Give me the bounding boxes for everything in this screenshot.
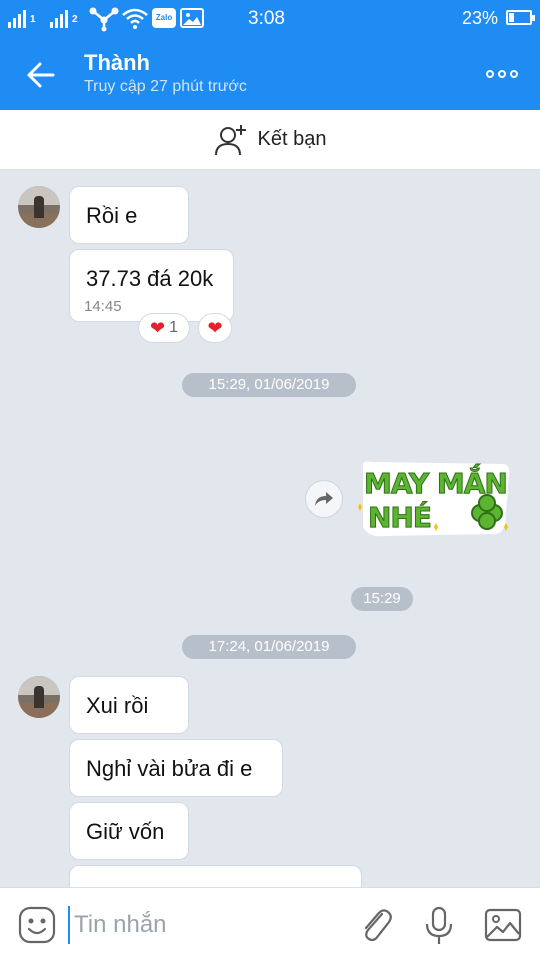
status-time: 3:08 (248, 8, 285, 29)
message-input[interactable] (68, 906, 338, 944)
message-bubble[interactable]: Xui rồi (69, 676, 189, 734)
contact-last-seen: Truy cập 27 phút trước (84, 78, 247, 95)
image-notification-icon (180, 8, 204, 28)
status-bar: 1 2 Zalo 3:08 23% (0, 0, 540, 38)
message-bubble[interactable] (69, 865, 362, 887)
battery-percent: 23% (462, 8, 499, 28)
avatar[interactable] (18, 186, 60, 228)
contact-name[interactable]: Thành (84, 50, 150, 76)
share-icon[interactable] (305, 480, 343, 518)
sim1-label: 1 (30, 14, 36, 25)
message-time: 14:45 (84, 298, 122, 315)
message-time: 15:29 (351, 587, 413, 611)
signal-icon (50, 8, 68, 28)
add-friend-button[interactable]: Kết bạn (0, 110, 540, 170)
sticker-text: MAY MẮN (364, 467, 509, 501)
message-composer (0, 887, 540, 960)
message-text: Giữ vốn (86, 819, 165, 844)
sim2-label: 2 (72, 14, 78, 25)
zalo-notification-icon: Zalo (152, 8, 176, 28)
chat-header: Thành Truy cập 27 phút trước (0, 38, 540, 110)
heart-icon: ❤ (150, 318, 166, 338)
more-horizontal-icon[interactable] (486, 62, 522, 86)
heart-icon: ❤ (207, 318, 223, 338)
reaction-summary[interactable]: ❤ 1 (138, 313, 190, 343)
message-text: Nghỉ vài bửa đi e (86, 756, 253, 781)
react-button[interactable]: ❤ (198, 313, 232, 343)
message-text: Rồi e (86, 203, 138, 228)
message-bubble[interactable]: Rồi e (69, 186, 189, 244)
sticker-text: NHÉ (368, 501, 433, 535)
mic-icon[interactable] (424, 906, 454, 946)
message-bubble[interactable]: 37.73 đá 20k 14:45 (69, 249, 234, 322)
message-bubble[interactable]: Giữ vốn (69, 802, 189, 860)
message-bubble[interactable]: Nghỉ vài bửa đi e (69, 739, 283, 797)
time-separator: 15:29, 01/06/2019 (182, 373, 356, 397)
message-text: 37.73 đá 20k (86, 266, 214, 291)
sticker-message[interactable]: MAY MẮN NHÉ (354, 457, 514, 541)
add-person-icon (214, 124, 246, 155)
message-list[interactable]: Rồi e 37.73 đá 20k 14:45 ❤ 1 ❤ 15:29, 01… (0, 171, 540, 887)
time-separator: 17:24, 01/06/2019 (182, 635, 356, 659)
signal-icon (8, 8, 26, 28)
network-icon (89, 7, 119, 32)
reaction-count: 1 (169, 319, 178, 336)
emoji-icon[interactable] (18, 906, 56, 944)
arrow-left-icon[interactable] (24, 58, 58, 92)
image-icon[interactable] (484, 908, 522, 942)
battery-icon (506, 10, 535, 25)
avatar[interactable] (18, 676, 60, 718)
attach-icon[interactable] (358, 906, 394, 944)
add-friend-label: Kết bạn (257, 128, 327, 150)
message-text: Xui rồi (86, 693, 149, 718)
wifi-icon (122, 8, 148, 29)
